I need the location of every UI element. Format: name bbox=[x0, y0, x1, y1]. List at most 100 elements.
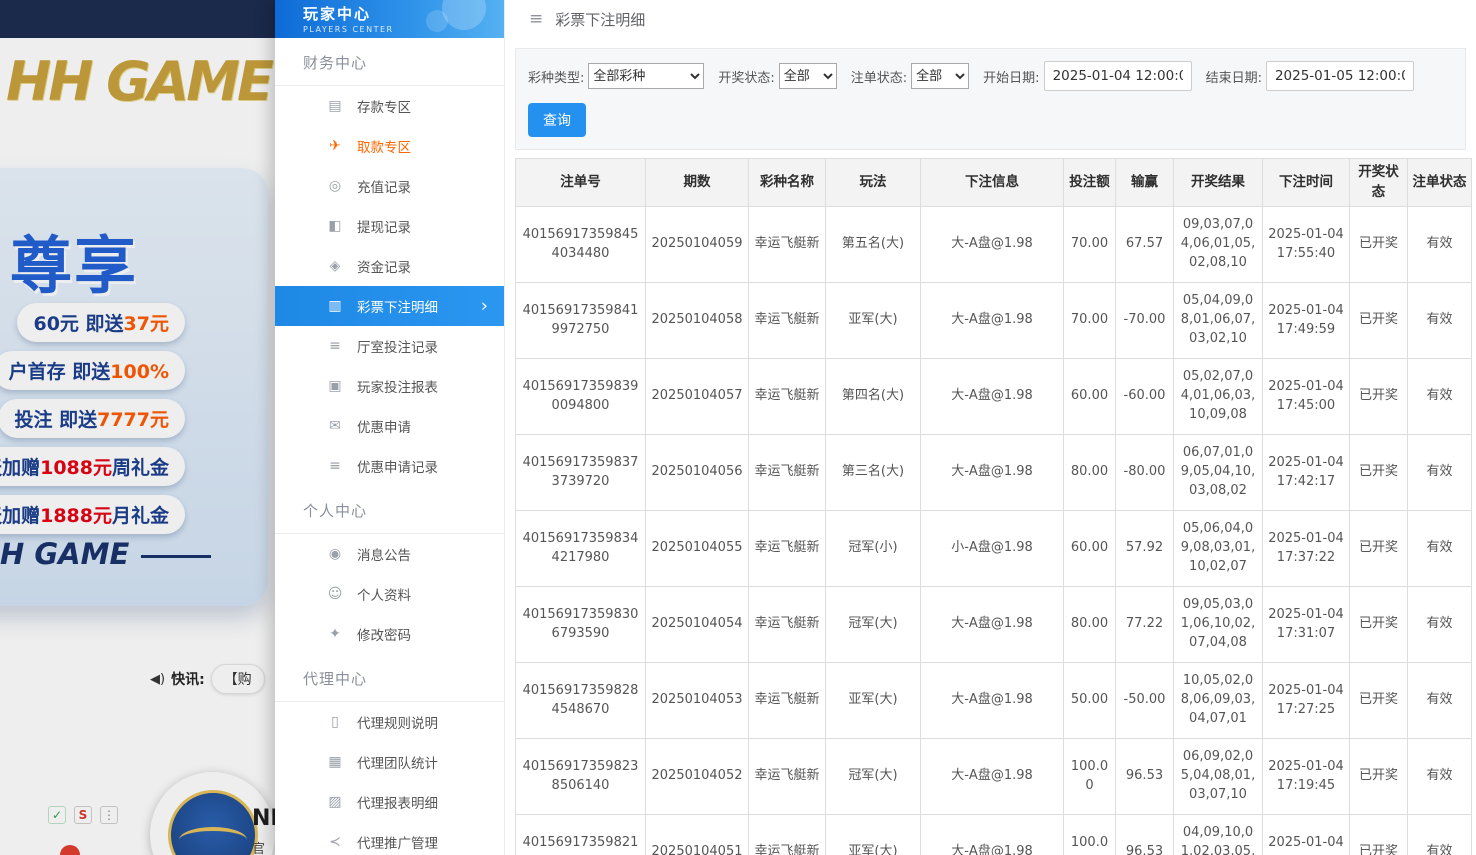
cell-amount: 80.00 bbox=[1064, 587, 1116, 663]
cell-draw-status: 已开奖 bbox=[1350, 663, 1408, 739]
sidebar-title: 玩家中心 bbox=[303, 3, 504, 24]
cell-amount: 70.00 bbox=[1064, 207, 1116, 283]
cell-bet-info: 小-A盘@1.98 bbox=[921, 511, 1064, 587]
sidebar-section: 财务中心 ▤ 存款专区 ✈ 取款专区 ◎ 充值记录 ◧ 提现记录 ◈ 资金记录 … bbox=[275, 52, 504, 486]
cell-period: 20250104056 bbox=[646, 435, 749, 511]
cell-period: 20250104055 bbox=[646, 511, 749, 587]
lottery-bet-details-icon: ▥ bbox=[325, 298, 345, 314]
cell-bet-info: 大-A盘@1.98 bbox=[921, 359, 1064, 435]
cell-play: 第五名(大) bbox=[826, 207, 921, 283]
sidebar-item[interactable]: ✈ 取款专区 bbox=[275, 126, 504, 166]
table-row: 401569173598238506140 20250104052 幸运飞艇新 … bbox=[516, 739, 1472, 815]
cell-draw-status: 已开奖 bbox=[1350, 435, 1408, 511]
sidebar-item[interactable]: ◧ 提现记录 bbox=[275, 206, 504, 246]
cell-bet-no: 401569173598390094800 bbox=[516, 359, 646, 435]
sidebar-item[interactable]: ≡ 厅室投注记录 bbox=[275, 326, 504, 366]
agent-rules-icon: ▯ bbox=[325, 714, 345, 730]
sidebar-item[interactable]: ▥ 彩票下注明细 bbox=[275, 286, 504, 326]
cell-lottery-name: 幸运飞艇新 bbox=[749, 207, 826, 283]
sidebar-item[interactable]: ≡ 优惠申请记录 bbox=[275, 446, 504, 486]
profile-icon: ☺ bbox=[325, 586, 345, 602]
sidebar-header: 玩家中心 PLAYERS CENTER bbox=[275, 0, 504, 38]
cell-win-loss: 67.57 bbox=[1116, 207, 1174, 283]
column-header: 投注额 bbox=[1064, 159, 1116, 207]
cell-amount: 60.00 bbox=[1064, 359, 1116, 435]
sidebar-item[interactable]: ≺ 代理推广管理 bbox=[275, 822, 504, 855]
order-status-label: 注单状态: bbox=[851, 67, 907, 86]
cell-win-loss: 96.53 bbox=[1116, 815, 1174, 855]
column-header: 开奖结果 bbox=[1174, 159, 1263, 207]
end-date-input[interactable] bbox=[1266, 61, 1414, 91]
sidebar-section-title: 代理中心 bbox=[275, 668, 504, 702]
filter-bar: 彩种类型: 全部彩种 开奖状态: 全部 注单状态: 全部 开始日期: 结束日期: bbox=[515, 48, 1466, 150]
sidebar-item[interactable]: ▯ 代理规则说明 bbox=[275, 702, 504, 742]
search-button[interactable]: 查询 bbox=[528, 103, 586, 137]
sidebar-item[interactable]: ✉ 优惠申请 bbox=[275, 406, 504, 446]
sidebar: 玩家中心 PLAYERS CENTER 财务中心 ▤ 存款专区 ✈ 取款专区 ◎… bbox=[275, 0, 505, 855]
sidebar-item[interactable]: ☺ 个人资料 bbox=[275, 574, 504, 614]
table-row: 401569173598284548670 20250104053 幸运飞艇新 … bbox=[516, 663, 1472, 739]
sidebar-item[interactable]: ◉ 消息公告 bbox=[275, 534, 504, 574]
table-row: 401569173598344217980 20250104055 幸运飞艇新 … bbox=[516, 511, 1472, 587]
cell-play: 冠军(大) bbox=[826, 587, 921, 663]
sidebar-item[interactable]: ▤ 存款专区 bbox=[275, 86, 504, 126]
player-center-panel: 玩家中心 PLAYERS CENTER 财务中心 ▤ 存款专区 ✈ 取款专区 ◎… bbox=[275, 0, 1476, 855]
cell-period: 20250104051 bbox=[646, 815, 749, 855]
cell-bet-time: 2025-01-04 17:45:00 bbox=[1263, 359, 1350, 435]
recharge-records-icon: ◎ bbox=[325, 178, 345, 194]
cell-play: 第三名(大) bbox=[826, 435, 921, 511]
cell-amount: 100.00 bbox=[1064, 815, 1116, 855]
draw-status-select[interactable]: 全部 bbox=[779, 63, 837, 89]
start-date-label: 开始日期: bbox=[983, 67, 1039, 86]
change-password-icon: ✦ bbox=[325, 626, 345, 642]
table-wrap: 注单号期数彩种名称玩法下注信息投注额输赢开奖结果下注时间开奖状态注单状态 401… bbox=[515, 158, 1466, 855]
sidebar-item[interactable]: ◎ 充值记录 bbox=[275, 166, 504, 206]
sidebar-item[interactable]: ▦ 代理团队统计 bbox=[275, 742, 504, 782]
column-header: 注单状态 bbox=[1408, 159, 1472, 207]
table-row: 401569173598454034480 20250104059 幸运飞艇新 … bbox=[516, 207, 1472, 283]
table-row: 401569173598390094800 20250104057 幸运飞艇新 … bbox=[516, 359, 1472, 435]
page-title: 彩票下注明细 bbox=[555, 9, 645, 30]
cell-play: 冠军(小) bbox=[826, 511, 921, 587]
cell-lottery-name: 幸运飞艇新 bbox=[749, 283, 826, 359]
sidebar-item-label: 修改密码 bbox=[357, 624, 411, 644]
sidebar-item-label: 厅室投注记录 bbox=[357, 336, 438, 356]
sidebar-item[interactable]: ◈ 资金记录 bbox=[275, 246, 504, 286]
cell-amount: 80.00 bbox=[1064, 435, 1116, 511]
cell-draw-status: 已开奖 bbox=[1350, 739, 1408, 815]
cell-bet-info: 大-A盘@1.98 bbox=[921, 739, 1064, 815]
sidebar-body: 财务中心 ▤ 存款专区 ✈ 取款专区 ◎ 充值记录 ◧ 提现记录 ◈ 资金记录 … bbox=[275, 52, 504, 855]
cell-period: 20250104054 bbox=[646, 587, 749, 663]
sidebar-item-label: 充值记录 bbox=[357, 176, 411, 196]
cell-win-loss: -70.00 bbox=[1116, 283, 1174, 359]
cell-bet-no: 401569173598213878790 bbox=[516, 815, 646, 855]
cell-bet-time: 2025-01-04 17:49:59 bbox=[1263, 283, 1350, 359]
background-page: HH GAME 尊享 60元 即送37元 户首存 即送100% 投注 即送777… bbox=[0, 0, 275, 855]
table-row: 401569173598306793590 20250104054 幸运飞艇新 … bbox=[516, 587, 1472, 663]
order-status-select[interactable]: 全部 bbox=[911, 63, 969, 89]
start-date-input[interactable] bbox=[1044, 61, 1192, 91]
sidebar-item[interactable]: ✦ 修改密码 bbox=[275, 614, 504, 654]
table-row: 401569173598419972750 20250104058 幸运飞艇新 … bbox=[516, 283, 1472, 359]
sidebar-item-label: 优惠申请记录 bbox=[357, 456, 438, 476]
cell-bet-no: 401569173598284548670 bbox=[516, 663, 646, 739]
table-body: 401569173598454034480 20250104059 幸运飞艇新 … bbox=[516, 207, 1472, 855]
cell-bet-no: 401569173598306793590 bbox=[516, 587, 646, 663]
column-header: 开奖状态 bbox=[1350, 159, 1408, 207]
filter-row: 彩种类型: 全部彩种 开奖状态: 全部 注单状态: 全部 开始日期: 结束日期: bbox=[528, 61, 1453, 91]
cell-draw-status: 已开奖 bbox=[1350, 815, 1408, 855]
promo-apply-icon: ✉ bbox=[325, 418, 345, 434]
cell-period: 20250104052 bbox=[646, 739, 749, 815]
cell-bet-no: 401569173598238506140 bbox=[516, 739, 646, 815]
cell-period: 20250104057 bbox=[646, 359, 749, 435]
sidebar-item[interactable]: ▨ 代理报表明细 bbox=[275, 782, 504, 822]
lottery-type-select[interactable]: 全部彩种 bbox=[588, 63, 704, 89]
cell-lottery-name: 幸运飞艇新 bbox=[749, 815, 826, 855]
menu-icon[interactable]: ≡ bbox=[529, 9, 543, 29]
cell-period: 20250104059 bbox=[646, 207, 749, 283]
sidebar-item[interactable]: ▣ 玩家投注报表 bbox=[275, 366, 504, 406]
cell-order-status: 有效 bbox=[1408, 739, 1472, 815]
withdraw-icon: ✈ bbox=[325, 138, 345, 154]
cell-play: 亚军(大) bbox=[826, 663, 921, 739]
draw-status-label: 开奖状态: bbox=[718, 67, 774, 86]
